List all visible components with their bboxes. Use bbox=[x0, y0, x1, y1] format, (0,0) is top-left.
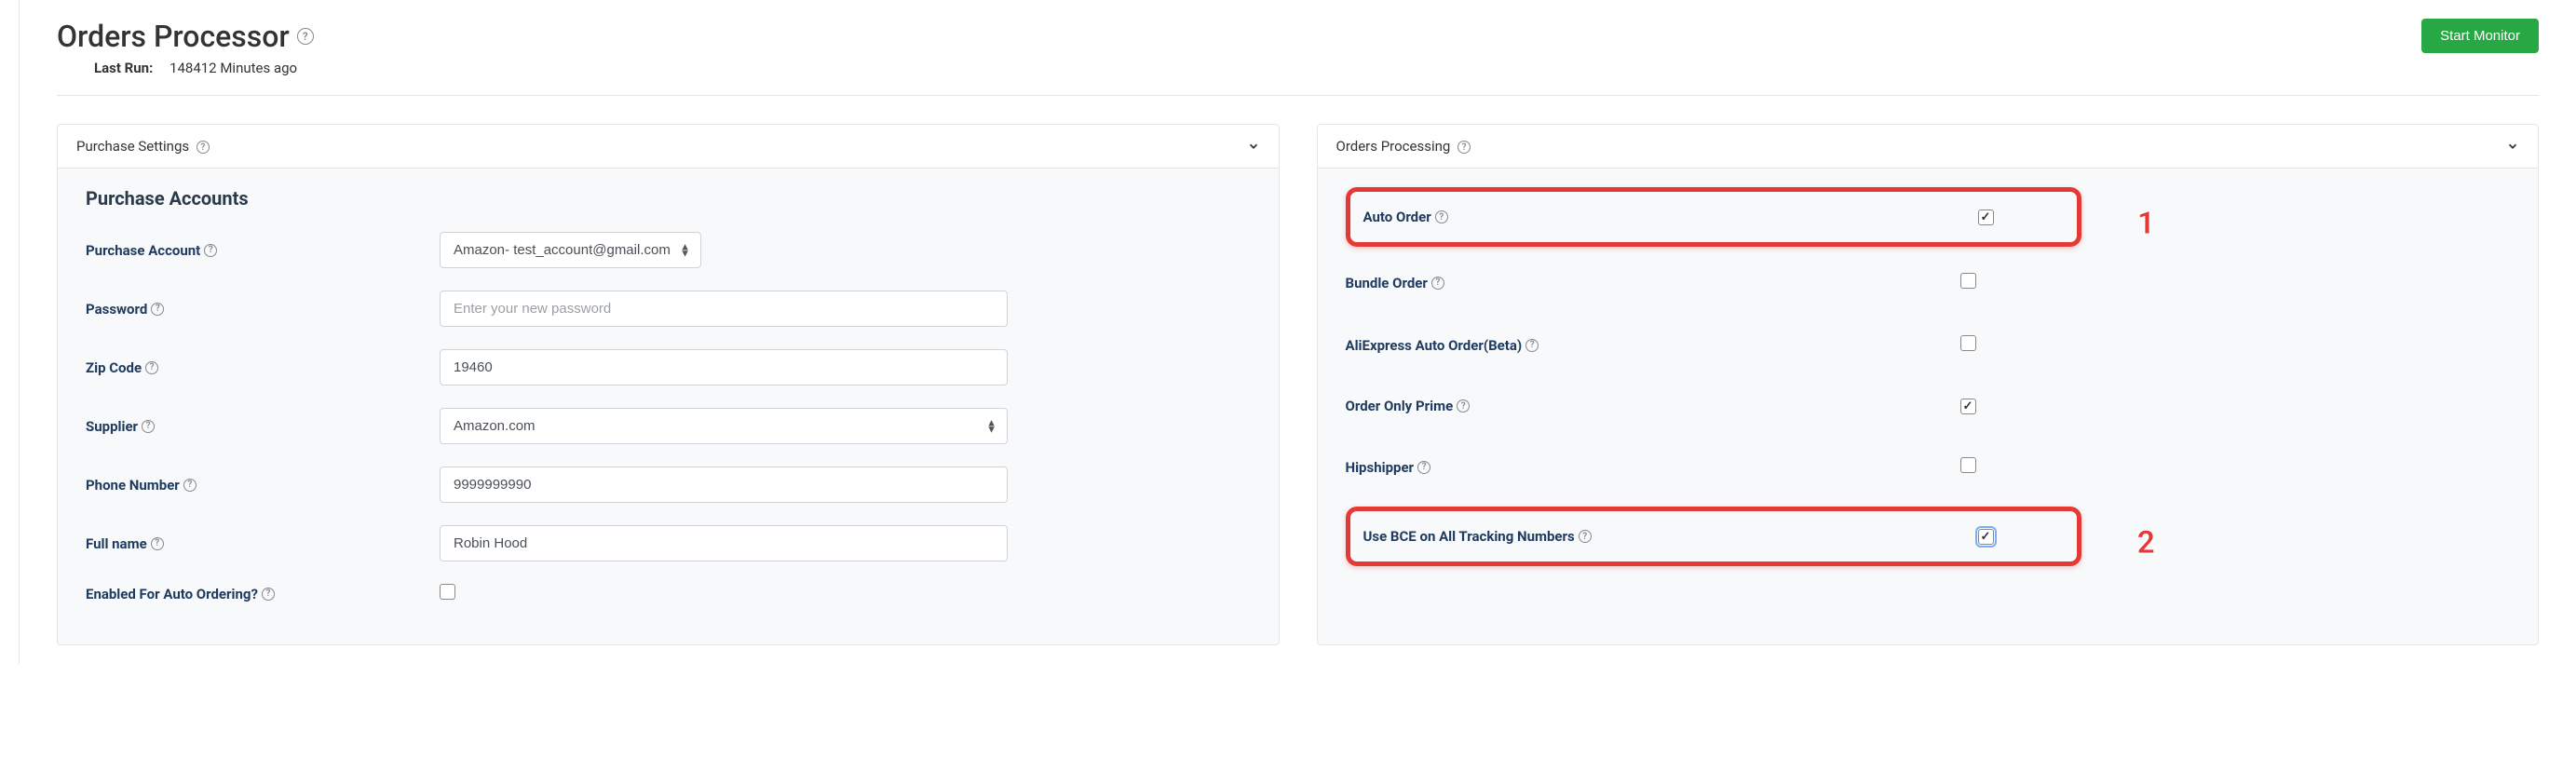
purchase-settings-panel: Purchase Settings ? Purchase Accounts Pu… bbox=[57, 124, 1280, 645]
aliexpress-auto-order-label: AliExpress Auto Order(Beta) ? bbox=[1346, 337, 1960, 354]
hipshipper-checkbox[interactable] bbox=[1960, 457, 1976, 473]
orders-processing-header[interactable]: Orders Processing ? bbox=[1318, 125, 2539, 169]
start-monitor-button[interactable]: Start Monitor bbox=[2421, 19, 2539, 53]
callout-number-1: 1 bbox=[2137, 205, 2156, 242]
full-name-label: Full name ? bbox=[86, 535, 440, 552]
last-run-value: 148412 Minutes ago bbox=[169, 60, 297, 76]
help-icon[interactable]: ? bbox=[1435, 210, 1448, 223]
auto-order-label: Auto Order ? bbox=[1363, 209, 1978, 225]
aliexpress-auto-order-checkbox[interactable] bbox=[1960, 335, 1976, 351]
chevron-down-icon bbox=[2506, 140, 2519, 153]
callout-box-1: Auto Order ? bbox=[1346, 187, 2081, 247]
supplier-select[interactable]: Amazon.com bbox=[440, 408, 1008, 444]
help-icon[interactable]: ? bbox=[151, 537, 164, 550]
chevron-down-icon bbox=[1247, 140, 1260, 153]
purchase-account-select[interactable]: Amazon- test_account@gmail.com bbox=[440, 232, 701, 268]
purchase-account-label: Purchase Account ? bbox=[86, 242, 440, 259]
help-icon[interactable]: ? bbox=[183, 479, 197, 492]
zip-code-input[interactable] bbox=[440, 349, 1008, 386]
callout-number-2: 2 bbox=[2137, 524, 2156, 561]
help-icon[interactable]: ? bbox=[1417, 461, 1430, 474]
last-run: Last Run: 148412 Minutes ago bbox=[94, 60, 314, 76]
order-only-prime-label: Order Only Prime ? bbox=[1346, 398, 1960, 414]
enabled-auto-ordering-label: Enabled For Auto Ordering? ? bbox=[86, 586, 440, 602]
help-icon[interactable]: ? bbox=[1431, 277, 1444, 290]
orders-processing-header-label: Orders Processing bbox=[1336, 138, 1451, 155]
hipshipper-label: Hipshipper ? bbox=[1346, 459, 1960, 476]
purchase-settings-header-label: Purchase Settings bbox=[76, 138, 189, 155]
page-title: Orders Processor ? bbox=[57, 19, 314, 54]
help-icon[interactable]: ? bbox=[1579, 530, 1592, 543]
divider bbox=[57, 95, 2539, 96]
bundle-order-label: Bundle Order ? bbox=[1346, 275, 1960, 291]
password-label: Password ? bbox=[86, 301, 440, 318]
enabled-auto-ordering-checkbox[interactable] bbox=[440, 584, 455, 600]
help-icon[interactable]: ? bbox=[1457, 399, 1470, 413]
use-bce-checkbox[interactable] bbox=[1978, 529, 1994, 545]
orders-processing-panel: Orders Processing ? Auto Order ? bbox=[1317, 124, 2540, 645]
help-icon[interactable]: ? bbox=[142, 420, 155, 433]
help-icon[interactable]: ? bbox=[1525, 339, 1539, 352]
help-icon[interactable]: ? bbox=[204, 244, 217, 257]
purchase-accounts-title: Purchase Accounts bbox=[86, 187, 1251, 210]
last-run-label: Last Run: bbox=[94, 60, 153, 76]
help-icon[interactable]: ? bbox=[197, 141, 210, 154]
zip-code-label: Zip Code ? bbox=[86, 359, 440, 376]
phone-number-input[interactable] bbox=[440, 467, 1008, 503]
purchase-settings-header[interactable]: Purchase Settings ? bbox=[58, 125, 1279, 169]
auto-order-checkbox[interactable] bbox=[1978, 210, 1994, 225]
bundle-order-checkbox[interactable] bbox=[1960, 273, 1976, 289]
order-only-prime-checkbox[interactable] bbox=[1960, 399, 1976, 414]
full-name-input[interactable] bbox=[440, 525, 1008, 561]
supplier-label: Supplier ? bbox=[86, 418, 440, 435]
help-icon[interactable]: ? bbox=[262, 588, 275, 601]
help-icon[interactable]: ? bbox=[145, 361, 158, 374]
callout-box-2: Use BCE on All Tracking Numbers ? bbox=[1346, 507, 2081, 566]
page-title-text: Orders Processor bbox=[57, 19, 290, 54]
help-icon[interactable]: ? bbox=[297, 28, 314, 45]
help-icon[interactable]: ? bbox=[1457, 141, 1471, 154]
phone-number-label: Phone Number ? bbox=[86, 477, 440, 494]
help-icon[interactable]: ? bbox=[151, 303, 164, 316]
password-input[interactable] bbox=[440, 291, 1008, 327]
use-bce-label: Use BCE on All Tracking Numbers ? bbox=[1363, 528, 1978, 545]
